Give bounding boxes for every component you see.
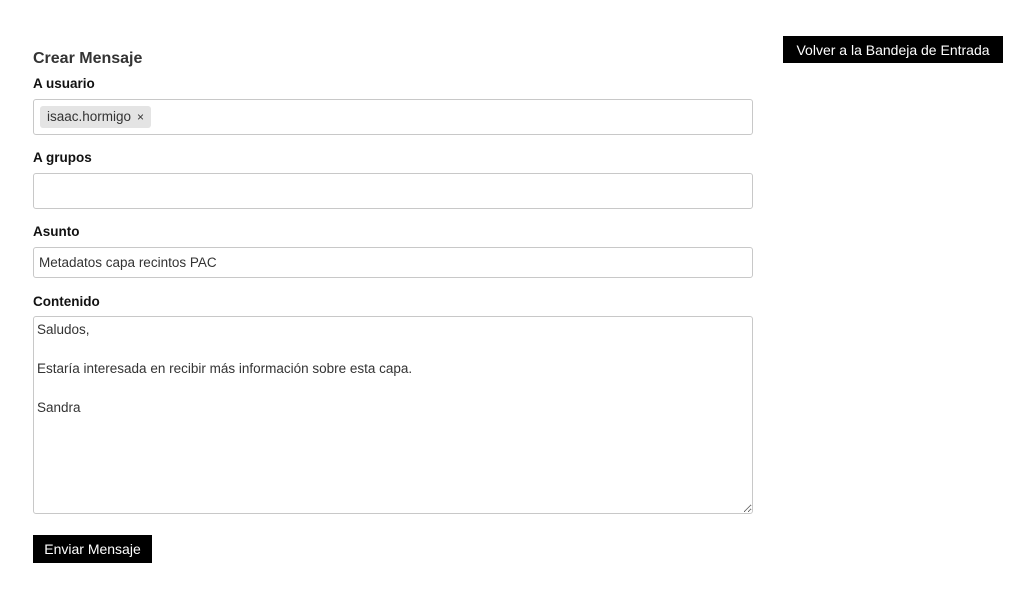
page-title: Crear Mensaje: [33, 50, 143, 67]
to-user-label: A usuario: [33, 76, 95, 91]
content-textarea[interactable]: Saludos, Estaría interesada en recibir m…: [33, 316, 753, 514]
create-message-form: Crear Mensaje A usuario isaac.hormigo × …: [33, 48, 753, 514]
back-to-inbox-button[interactable]: Volver a la Bandeja de Entrada: [783, 36, 1003, 63]
content-label: Contenido: [33, 294, 100, 309]
to-groups-field[interactable]: [33, 173, 753, 209]
to-user-field[interactable]: isaac.hormigo ×: [33, 99, 753, 135]
remove-tag-icon[interactable]: ×: [137, 106, 144, 128]
to-groups-label: A grupos: [33, 150, 92, 165]
subject-input[interactable]: [33, 247, 753, 278]
subject-label: Asunto: [33, 224, 80, 239]
user-tag: isaac.hormigo ×: [40, 106, 152, 128]
user-tag-label: isaac.hormigo: [47, 109, 132, 124]
send-message-button[interactable]: Enviar Mensaje: [33, 535, 152, 563]
